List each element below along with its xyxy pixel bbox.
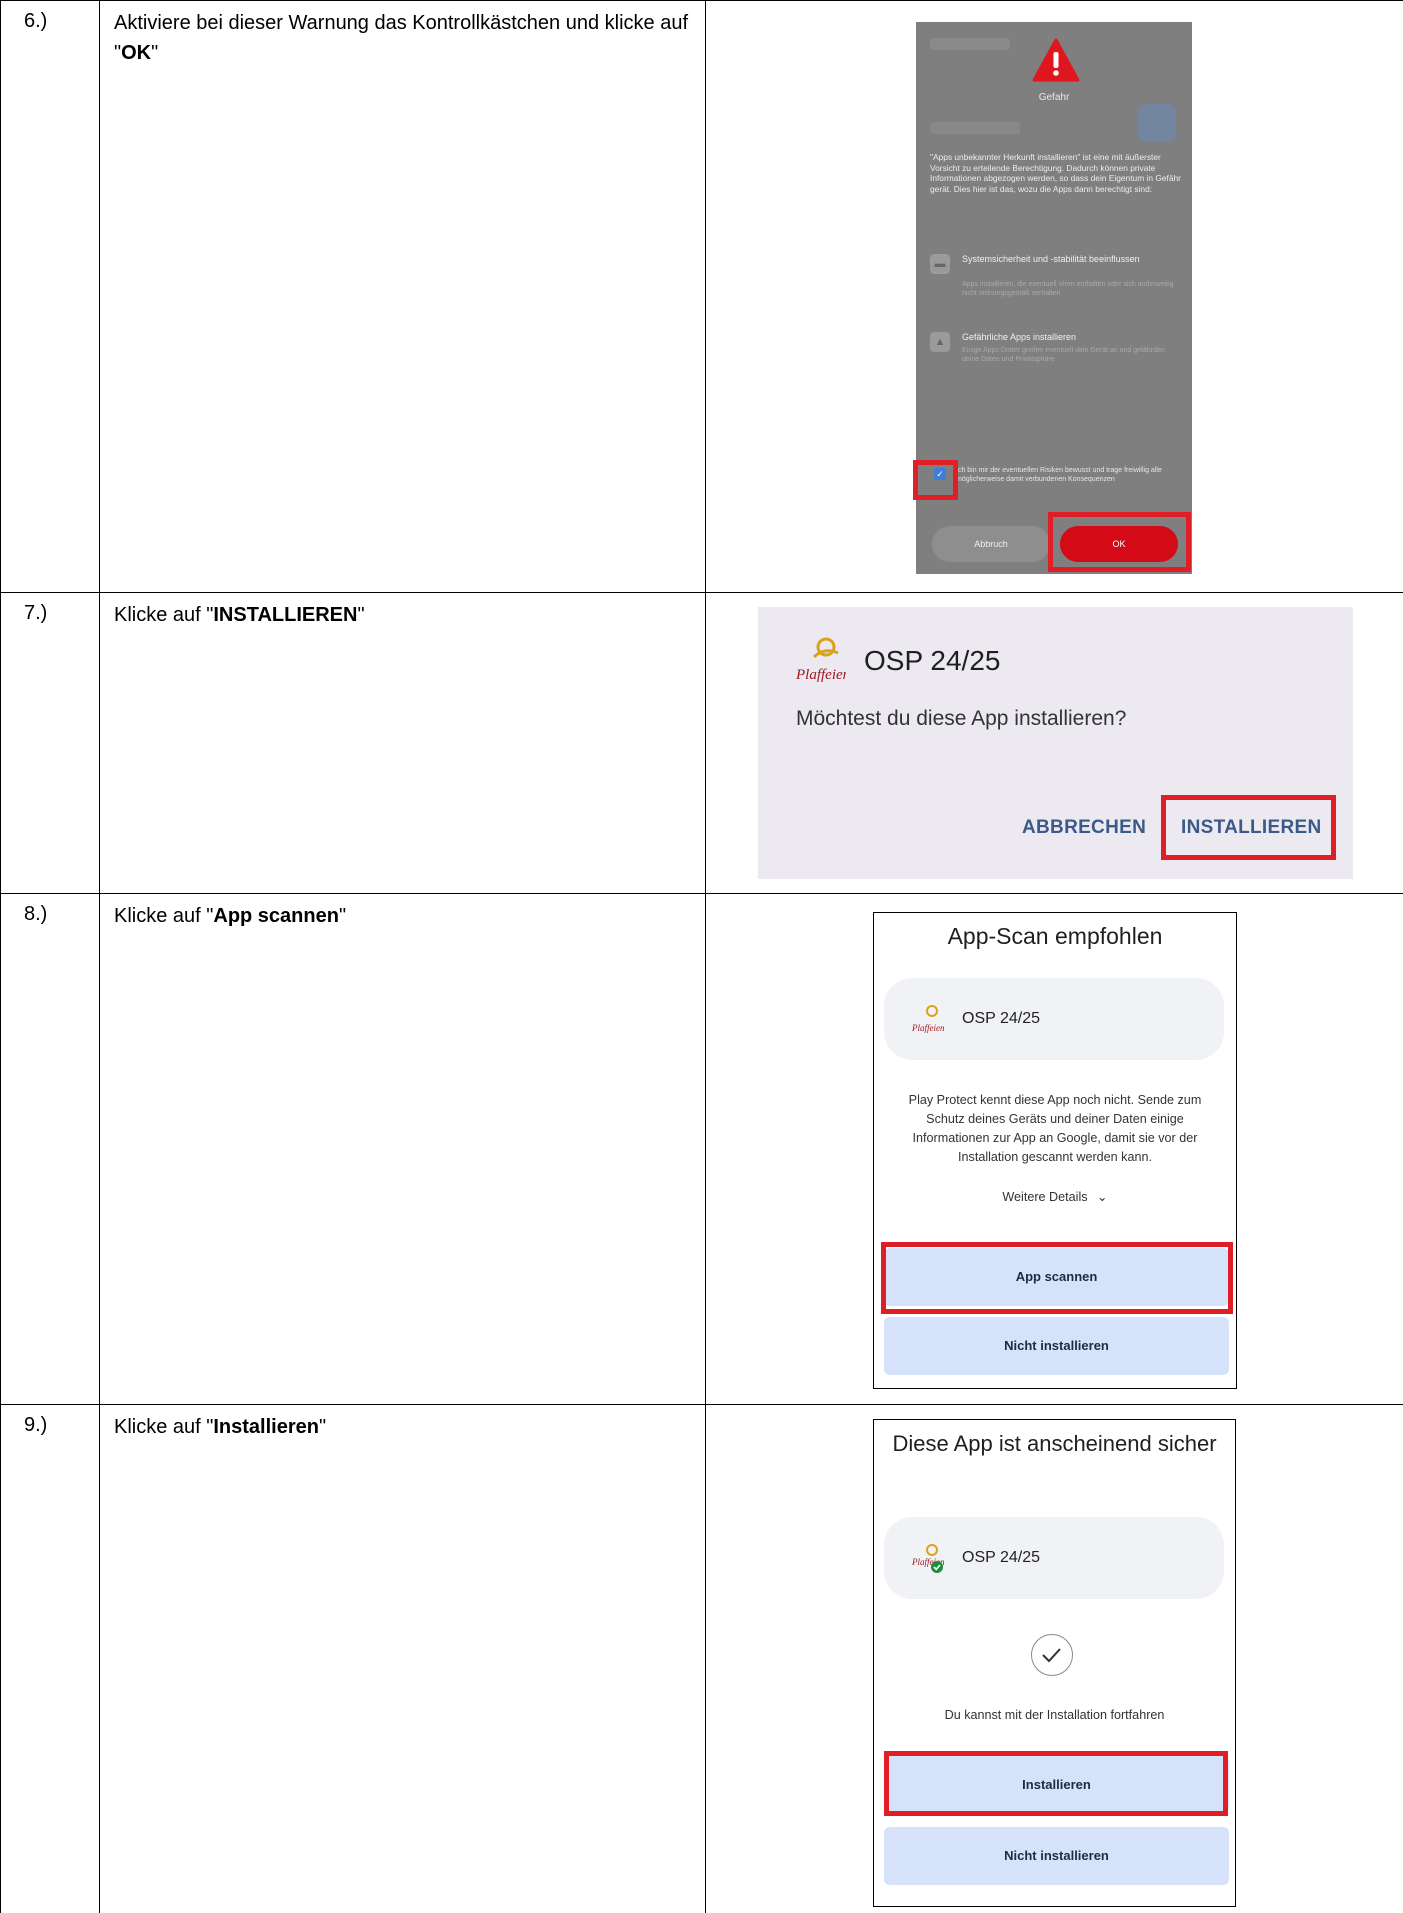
step-instruction: Klicke auf "Installieren" (114, 1416, 327, 1438)
dont-install-button[interactable]: Nicht installieren (884, 1827, 1229, 1885)
warning-icon (1032, 38, 1080, 82)
step-instruction: Klicke auf "App scannen" (114, 905, 347, 927)
step-number: 7.) (24, 602, 48, 624)
more-details-toggle[interactable]: Weitere Details ⌄ (874, 1189, 1236, 1204)
row-divider (0, 893, 1403, 894)
table-border-top (0, 0, 1403, 1)
check-circle-icon (1031, 1634, 1073, 1676)
permission-title: Gefährliche Apps installieren (962, 332, 1077, 342)
blurred-text (930, 122, 1020, 134)
permission-title: Systemsicherheit und -stabilität beeinfl… (962, 254, 1140, 264)
permission-desc: Apps installieren, die eventuell Viren e… (962, 281, 1174, 297)
app-name: OSP 24/25 (962, 1010, 1040, 1027)
step-number: 9.) (24, 1414, 48, 1436)
blurred-toggle (1138, 104, 1176, 142)
row-divider (0, 1404, 1403, 1405)
step-instruction: Klicke auf "INSTALLIEREN" (114, 604, 365, 626)
highlight-install-button (1161, 795, 1336, 860)
svg-text:Plaffeien: Plaffeien (795, 667, 846, 683)
app-scan-screen: App-Scan empfohlen Plaffeien OSP 24/25 P… (873, 912, 1237, 1389)
row-divider (0, 592, 1403, 593)
chevron-down-icon: ⌄ (1097, 1190, 1108, 1204)
blurred-text (930, 38, 1010, 50)
highlight-checkbox (913, 460, 958, 500)
step-number: 8.) (24, 903, 48, 925)
app-logo-icon: Plaffeien (912, 1005, 944, 1033)
highlight-install-button (884, 1751, 1228, 1816)
app-name: OSP 24/25 (962, 1549, 1040, 1566)
install-question: Möchtest du diese App installieren? (796, 707, 1127, 730)
svg-text:Plaffeien: Plaffeien (912, 1023, 944, 1033)
app-logo-icon: Plaffeien (912, 1544, 944, 1573)
dont-install-button[interactable]: Nicht installieren (884, 1317, 1229, 1375)
step-number: 6.) (24, 10, 48, 32)
dialog-title: Diese App ist anscheinend sicher (892, 1431, 1217, 1456)
scan-description: Play Protect kennt diese App noch nicht.… (908, 1093, 1202, 1164)
instruction-table: 6.) Aktiviere bei dieser Warnung das Kon… (0, 0, 1403, 1913)
continue-text: Du kannst mit der Installation fortfahre… (944, 1708, 1165, 1722)
app-logo-icon: Plaffeien (795, 637, 846, 683)
highlight-ok-button (1048, 512, 1191, 572)
cancel-button[interactable]: Abbruch (932, 526, 1050, 562)
danger-heading: Gefahr (1038, 92, 1070, 103)
warning-paragraph: "Apps unbekannter Herkunft installieren"… (930, 152, 1181, 194)
consent-text: Ich bin mir der eventuellen Risiken bewu… (956, 467, 1162, 483)
lock-icon: ▬ (930, 254, 950, 274)
dialog-title: App-Scan empfohlen (947, 923, 1163, 949)
app-card: Plaffeien OSP 24/25 (884, 978, 1224, 1060)
column-divider (99, 0, 100, 1913)
column-divider (705, 0, 706, 1913)
step-instruction: Aktiviere bei dieser Warnung das Kontrol… (114, 12, 689, 64)
app-name: OSP 24/25 (864, 645, 1001, 676)
cancel-button[interactable]: ABBRECHEN (1022, 817, 1146, 839)
app-safe-screen: Diese App ist anscheinend sicher Plaffei… (873, 1419, 1236, 1907)
highlight-scan-button (881, 1242, 1233, 1314)
app-card: Plaffeien OSP 24/25 (884, 1517, 1224, 1599)
table-border-left (0, 0, 1, 1913)
permission-desc: Einige Apps Dritter greifen eventuell de… (962, 347, 1165, 363)
warning-icon: ▲ (930, 332, 950, 352)
